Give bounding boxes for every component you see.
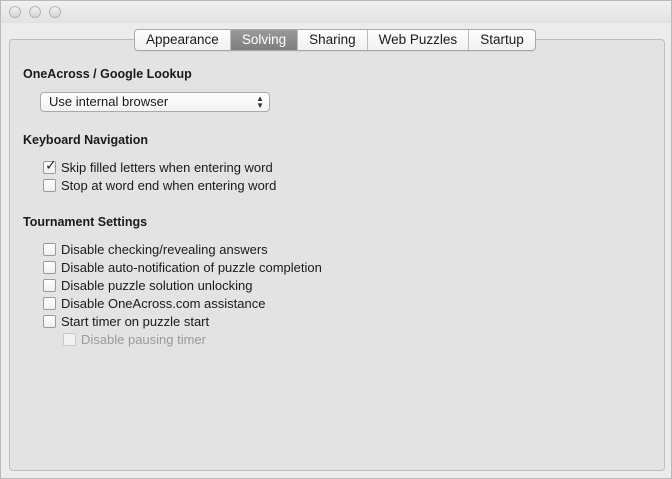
disable-checking-checkbox[interactable]: Disable checking/revealing answers [43,240,268,258]
checkbox-box[interactable] [43,296,56,310]
checkbox-label: Skip filled letters when entering word [61,159,273,175]
stop-at-word-end-checkbox[interactable]: Stop at word end when entering word [43,176,276,194]
lookup-section-title: OneAcross / Google Lookup [23,67,192,81]
checkbox-label: Disable checking/revealing answers [61,241,268,257]
checkbox-label: Disable puzzle solution unlocking [61,277,253,293]
checkbox-box[interactable]: ✓ [43,157,57,174]
tab-solving[interactable]: Solving [229,30,298,50]
checkbox-label: Disable auto-notification of puzzle comp… [61,259,322,275]
tab-sharing[interactable]: Sharing [297,30,367,50]
checkmark-icon: ✓ [45,156,57,173]
preferences-window: Appearance Solving Sharing Web Puzzles S… [0,0,672,479]
tab-startup[interactable]: Startup [468,30,535,50]
disable-oneacross-checkbox[interactable]: Disable OneAcross.com assistance [43,294,265,312]
checkbox-label: Disable OneAcross.com assistance [61,295,266,311]
tab-bar: Appearance Solving Sharing Web Puzzles S… [134,29,536,51]
zoom-window-button[interactable] [49,6,61,18]
tab-web-puzzles[interactable]: Web Puzzles [366,30,469,50]
skip-filled-letters-checkbox[interactable]: ✓ Skip filled letters when entering word [43,157,273,176]
checkbox-box[interactable] [43,260,56,274]
checkbox-label: Stop at word end when entering word [61,177,277,193]
select-arrows-icon: ▲ ▼ [256,94,264,110]
tab-appearance[interactable]: Appearance [135,30,230,50]
checkbox-box[interactable] [43,278,56,292]
lookup-selected-option: Use internal browser [49,94,169,109]
disable-auto-notification-checkbox[interactable]: Disable auto-notification of puzzle comp… [43,258,322,276]
tournament-section-title: Tournament Settings [23,215,148,229]
disable-pausing-timer-checkbox: Disable pausing timer [63,330,206,348]
checkbox-box [63,332,76,346]
checkbox-box[interactable] [43,178,56,192]
checkbox-label: Start timer on puzzle start [61,313,210,329]
checkbox-box[interactable] [43,242,56,256]
checkbox-label: Disable pausing timer [81,331,207,347]
close-window-button[interactable] [9,6,21,18]
start-timer-checkbox[interactable]: Start timer on puzzle start [43,312,209,330]
lookup-browser-select[interactable]: Use internal browser ▲ ▼ [40,92,270,112]
title-bar [1,1,671,23]
minimize-window-button[interactable] [29,6,41,18]
disable-solution-unlocking-checkbox[interactable]: Disable puzzle solution unlocking [43,276,253,294]
keyboard-section-title: Keyboard Navigation [23,133,149,147]
checkbox-box[interactable] [43,314,56,328]
